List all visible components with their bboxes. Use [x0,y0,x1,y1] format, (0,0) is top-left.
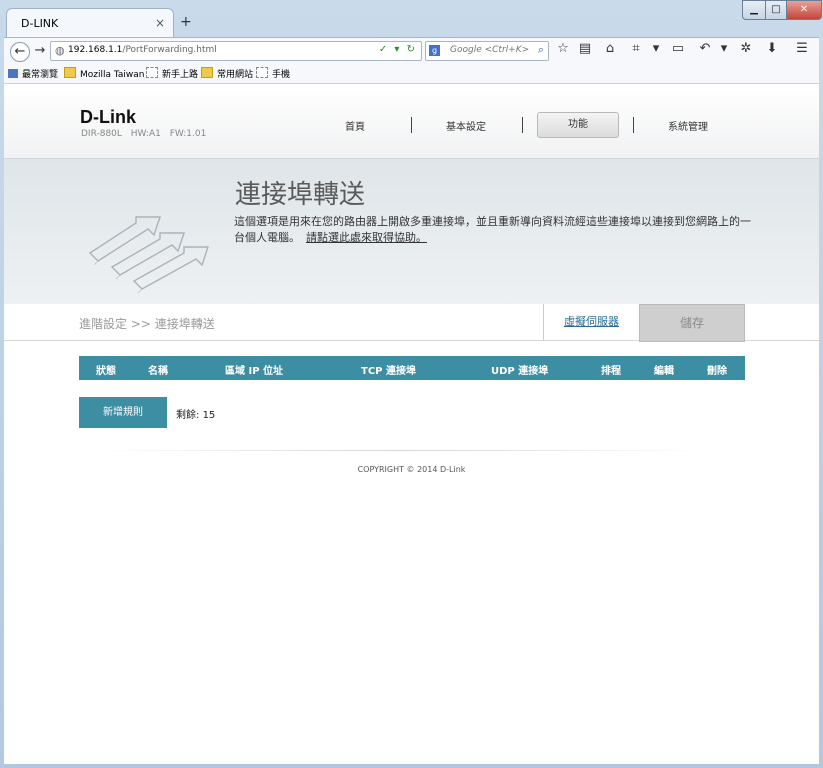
bookmark-label: 手機 [272,70,291,80]
back-icon[interactable]: ← [10,42,30,62]
menu-basic-settings[interactable]: 基本設定 [446,118,486,133]
close-window-button[interactable]: ✕ [786,0,822,20]
navigation-toolbar: ← → ◍ 192.168.1.1/PortForwarding.html ✓ … [4,37,819,64]
dlink-logo: D-Link [80,107,136,127]
add-rule-button[interactable]: 新增規則 [79,397,167,428]
puzzle-icon[interactable]: ✲ [737,41,755,56]
col-schedule: 排程 [601,366,621,377]
col-local-ip: 區域 IP 位址 [225,366,284,377]
home-icon[interactable]: ⌂ [601,41,619,56]
col-tcp-port: TCP 連接埠 [361,366,416,377]
chat-icon[interactable]: ▭ [669,41,687,56]
router-header: D-Link DIR-880L HW:A1 FW:1.01 首頁 基本設定 功能… [4,84,819,158]
menu-home[interactable]: 首頁 [345,118,365,133]
hero-banner: 連接埠轉送 這個選項是用來在您的路由器上開啟多重連接埠，並且重新導向資料流經這些… [4,158,819,306]
bookmark-label: 最常瀏覽 [22,70,59,80]
col-edit: 編輯 [654,366,674,377]
col-delete: 刪除 [707,366,727,377]
browser-tab[interactable]: D-LINK × [6,8,174,39]
crop-icon[interactable]: ⌗ [627,41,645,56]
folder-icon [64,67,76,78]
maximize-button[interactable]: □ [765,0,787,20]
bookmark-item[interactable]: 常用網站 [201,67,253,80]
folder-icon [201,67,213,78]
menu-icon[interactable]: ☰ [793,41,811,56]
menu-divider [522,117,523,133]
rules-table-header: 狀態 名稱 區域 IP 位址 TCP 連接埠 UDP 連接埠 排程 編輯 刪除 [79,356,745,380]
bookmark-icon [8,69,18,78]
remaining-count: 15 [202,410,216,421]
globe-icon: ◍ [55,44,65,57]
router-page: D-Link DIR-880L HW:A1 FW:1.01 首頁 基本設定 功能… [4,84,819,764]
col-status: 狀態 [96,366,116,377]
chevron-down-icon[interactable]: ▾ [715,41,733,56]
menu-features[interactable]: 功能 [537,112,619,138]
forward-icon[interactable]: → [31,42,49,60]
page-icon [146,67,158,78]
breadcrumb-bar: 進階設定 >> 連接埠轉送 虛擬伺服器 儲存 [4,304,819,342]
reading-list-icon[interactable]: ▤ [576,41,594,56]
menu-divider [633,117,634,133]
model-info: DIR-880L HW:A1 FW:1.01 [81,129,207,139]
virtual-server-link[interactable]: 虛擬伺服器 [543,304,640,340]
footer-divider [99,450,704,451]
chevron-down-icon[interactable]: ▾ [647,41,665,56]
bookmark-item[interactable]: 手機 [256,67,290,80]
bookmark-item[interactable]: 新手上路 [146,67,198,80]
search-box[interactable]: g Google <Ctrl+K> ⌕ [425,41,549,61]
tab-title: D-LINK [21,17,59,30]
bookmark-star-icon[interactable]: ☆ [554,41,572,56]
search-icon[interactable]: ⌕ [538,43,544,57]
new-tab-button[interactable]: + [180,14,192,30]
address-bar[interactable]: ◍ 192.168.1.1/PortForwarding.html ✓ ▾ ↻ [50,41,422,61]
menu-divider [411,117,412,133]
bookmark-label: Mozilla Taiwan [80,70,145,80]
page-icon [256,67,268,78]
remaining-label: 剩餘: [176,410,200,421]
bookmark-item[interactable]: Mozilla Taiwan [64,67,144,80]
col-name: 名稱 [148,366,168,377]
save-button[interactable]: 儲存 [639,304,745,342]
page-description: 這個選項是用來在您的路由器上開啟多重連接埠，並且重新導向資料流經這些連接埠以連接… [234,214,754,246]
undo-icon[interactable]: ↶ [696,41,714,56]
copyright: COPYRIGHT © 2014 D-Link [357,465,466,474]
remaining-rules: 剩餘: 15 [176,406,215,421]
search-placeholder: Google <Ctrl+K> [450,45,530,55]
col-udp-port: UDP 連接埠 [491,366,549,377]
port-forwarding-arrows-icon [88,216,209,294]
bookmark-label: 新手上路 [162,70,199,80]
download-icon[interactable]: ⬇ [763,41,781,56]
close-tab-icon[interactable]: × [155,16,165,30]
minimize-button[interactable]: ▁ [742,0,766,20]
url-host: 192.168.1.1 [68,45,123,55]
bookmark-item[interactable]: 最常瀏覽 [8,67,58,80]
bookmarks-bar: 最常瀏覽 Mozilla Taiwan 新手上路 常用網站 手機 [4,64,819,84]
url-path: /PortForwarding.html [122,45,217,55]
url-text: 192.168.1.1/PortForwarding.html [68,45,217,55]
help-link[interactable]: 請點選此處來取得協助。 [306,231,427,244]
reload-icon[interactable]: ✓ ▾ ↻ [379,44,417,55]
page-title: 連接埠轉送 [235,180,366,210]
google-icon[interactable]: g [429,45,440,56]
bookmark-label: 常用網站 [217,70,254,80]
menu-management[interactable]: 系統管理 [668,118,708,133]
browser-window: D-LINK × + ▁ □ ✕ ← → ◍ 192.168.1.1/PortF… [0,0,823,768]
breadcrumb: 進階設定 >> 連接埠轉送 [79,317,215,331]
